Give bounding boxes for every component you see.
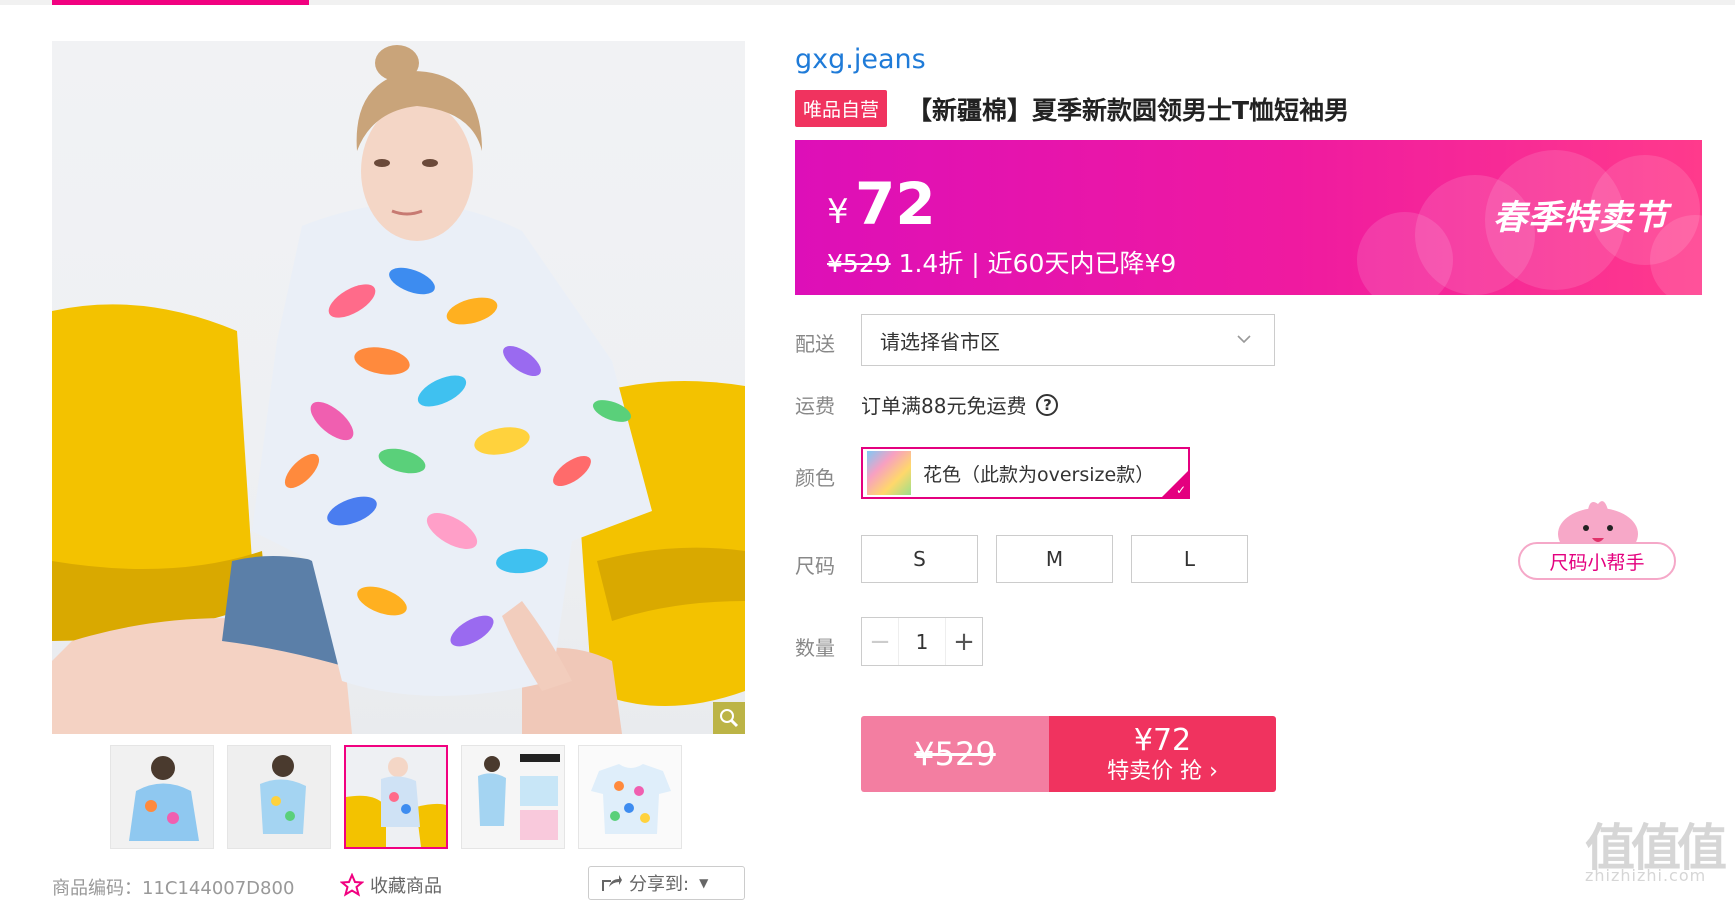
size-option-l[interactable]: L [1131, 535, 1248, 583]
self-operated-badge: 唯品自营 [795, 90, 888, 127]
delivery-select-value: 请选择省市区 [880, 329, 1000, 354]
product-photo [52, 45, 745, 734]
size-helper-button[interactable]: 尺码小帮手 [1518, 542, 1676, 580]
shipping-label: 运费 [795, 394, 835, 418]
discount-text: 1.4折 | 近60天内已降¥9 [898, 249, 1177, 278]
product-meta-row: 商品编码：11C144007D800 收藏商品 分享到: ▼ [52, 866, 745, 902]
thumbnail-3[interactable] [344, 745, 448, 849]
share-button[interactable]: 分享到: ▼ [588, 866, 745, 900]
thumbnail-image [579, 746, 681, 848]
quantity-decrease-button[interactable]: − [862, 618, 899, 665]
chevron-down-icon: ▼ [699, 876, 709, 890]
top-tab-line [0, 0, 1735, 5]
thumbnail-image [346, 747, 446, 847]
help-icon[interactable]: ? [1036, 393, 1059, 416]
main-product-image[interactable] [52, 41, 745, 734]
thumbnail-2[interactable] [227, 745, 331, 849]
color-swatch-image [867, 451, 911, 495]
size-option-m[interactable]: M [996, 535, 1113, 583]
thumbnail-5[interactable] [578, 745, 682, 849]
current-price: 72 [855, 170, 936, 238]
favorite-label: 收藏商品 [370, 876, 442, 897]
delivery-region-select[interactable]: 请选择省市区 [861, 314, 1275, 366]
price-banner: ¥ 72 ¥529 1.4折 | 近60天内已降¥9 春季特卖节 [795, 140, 1702, 295]
brand-link[interactable]: gxg.jeans [795, 44, 926, 75]
watermark: 值值值 zhizhizhi.com [1585, 808, 1735, 894]
thumbnail-image [111, 746, 213, 848]
active-tab-indicator [52, 0, 309, 5]
product-title: 【新疆棉】夏季新款圆领男士T恤短袖男 [907, 95, 1350, 125]
share-label: 分享到: [629, 874, 690, 895]
color-label: 颜色 [795, 466, 835, 490]
share-icon [602, 875, 622, 891]
size-helper[interactable]: 尺码小帮手 [1518, 498, 1678, 584]
price-sub-line: ¥529 1.4折 | 近60天内已降¥9 [827, 244, 1176, 280]
thumbnail-1[interactable] [110, 745, 214, 849]
favorite-button[interactable]: 收藏商品 [340, 872, 442, 898]
quantity-value[interactable]: 1 [899, 618, 945, 665]
shipping-info: 订单满88元免运费 ? [861, 390, 1059, 419]
shipping-text: 订单满88元免运费 [861, 394, 1027, 418]
buy-original-price: ¥529 [861, 716, 1049, 792]
delivery-label: 配送 [795, 332, 835, 356]
thumbnail-strip [110, 745, 682, 851]
festival-label: 春季特卖节 [1493, 198, 1668, 238]
watermark-domain: zhizhizhi.com [1585, 866, 1707, 885]
currency-symbol: ¥ [827, 192, 849, 232]
color-option-label: 花色（此款为oversize款） [923, 463, 1155, 486]
buy-label: 特卖价 抢 › [1107, 758, 1218, 784]
title-row: 唯品自营 【新疆棉】夏季新款圆领男士T恤短袖男 [795, 90, 1349, 127]
quantity-label: 数量 [795, 636, 835, 660]
size-option-s[interactable]: S [861, 535, 978, 583]
zoom-button[interactable] [713, 702, 745, 734]
size-label: 尺码 [795, 554, 835, 578]
original-price: ¥529 [827, 249, 891, 278]
star-icon [340, 873, 364, 897]
buy-button[interactable]: ¥529 ¥72 特卖价 抢 › [861, 716, 1276, 792]
quantity-increase-button[interactable]: + [945, 618, 982, 665]
buy-price: ¥72 [1133, 723, 1192, 759]
thumbnail-4[interactable] [461, 745, 565, 849]
magnifier-icon [720, 709, 739, 728]
thumbnail-image [228, 746, 330, 848]
thumbnail-image [462, 746, 564, 848]
buy-action: ¥72 特卖价 抢 › [1049, 716, 1276, 792]
checkmark-icon: ✓ [1175, 483, 1186, 497]
chevron-down-icon [1237, 335, 1251, 344]
color-option-selected[interactable]: 花色（此款为oversize款） ✓ [861, 447, 1190, 499]
quantity-stepper: − 1 + [861, 617, 983, 666]
product-code: 商品编码：11C144007D800 [52, 878, 295, 899]
